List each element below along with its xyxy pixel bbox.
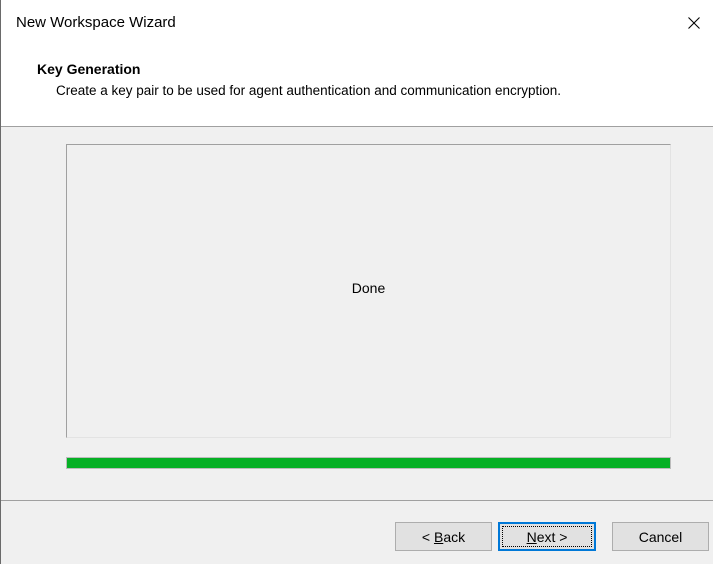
close-button[interactable] [675,0,713,46]
wizard-content: Done [1,127,713,500]
progress-bar [66,457,671,469]
back-button-rest: ack [443,528,466,545]
wizard-footer: < Back Next > Cancel [1,501,713,564]
status-text: Done [351,280,386,296]
cancel-button[interactable]: Cancel [612,522,709,551]
wizard-header: Key Generation Create a key pair to be u… [1,46,713,126]
cancel-button-label: Cancel [638,528,683,545]
progress-bar-fill [67,458,670,468]
close-icon [688,17,700,29]
back-button-mnemonic: B [433,528,444,545]
next-button[interactable]: Next > [498,522,596,551]
page-title: Key Generation [37,61,141,77]
window-title: New Workspace Wizard [16,14,176,31]
back-button[interactable]: < Back [395,522,492,551]
next-button-mnemonic: N [526,528,537,545]
wizard-window: New Workspace Wizard Key Generation Crea… [0,0,713,564]
status-panel: Done [66,144,671,438]
next-button-rest: ext > [536,528,568,545]
back-button-prefix: < [421,528,434,545]
title-bar[interactable]: New Workspace Wizard [1,0,713,46]
page-description: Create a key pair to be used for agent a… [56,83,562,98]
